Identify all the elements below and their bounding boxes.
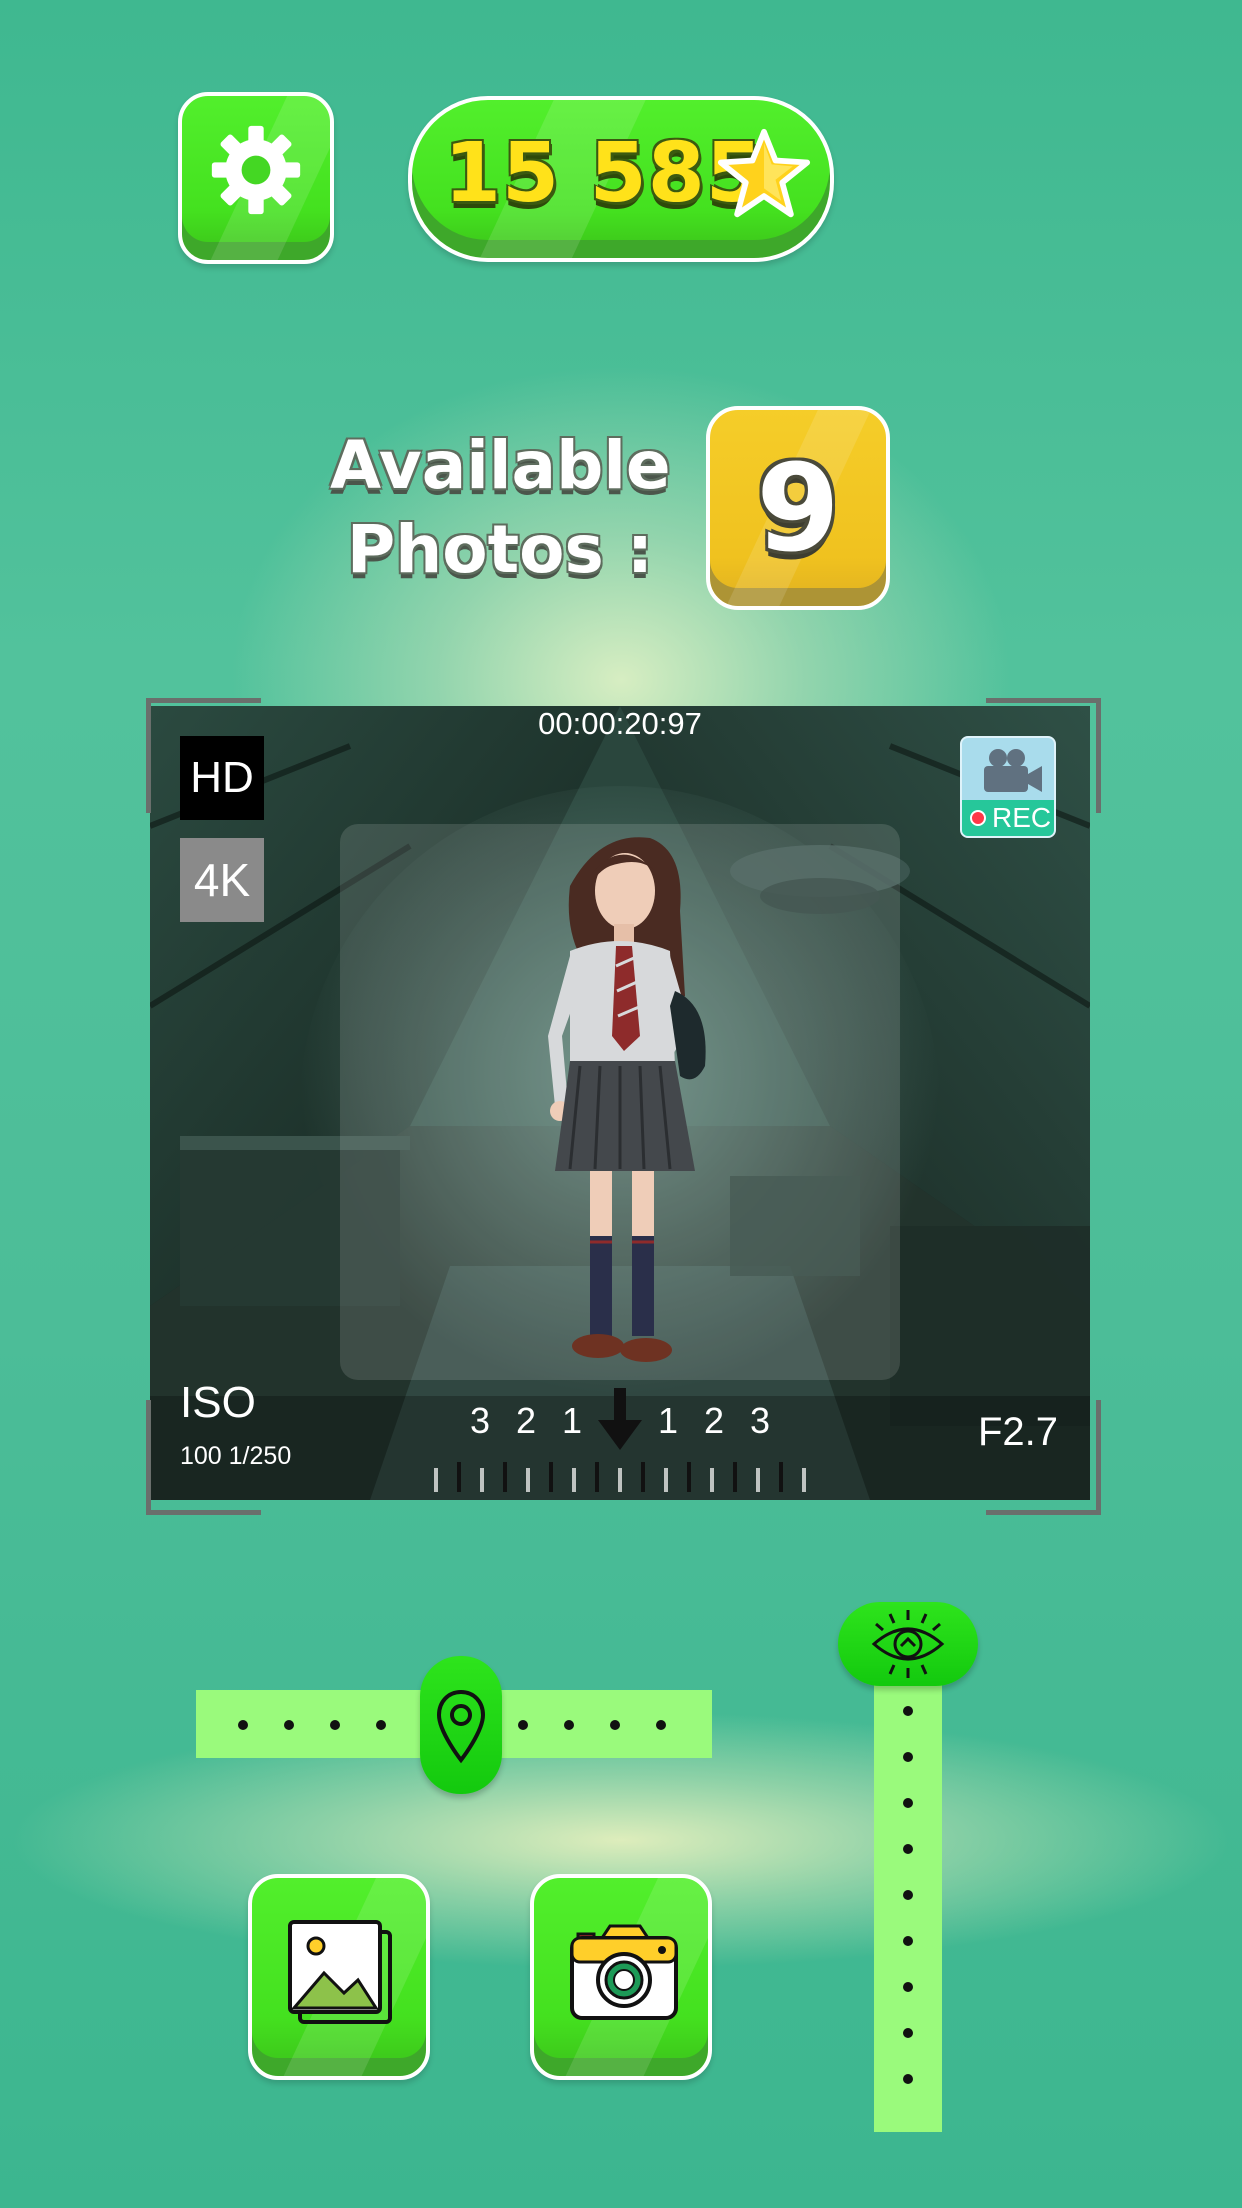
available-label-line2: Photos : — [346, 511, 654, 588]
photo-count-box: 9 — [706, 406, 890, 610]
viewfinder-corner-bl — [146, 1400, 261, 1515]
arrow-down-icon[interactable] — [596, 1388, 644, 1452]
available-label-line1: Available — [330, 427, 671, 504]
gear-icon — [211, 125, 301, 215]
exposure-scale-plus-2: 2 — [704, 1400, 725, 1441]
vertical-slider-dots — [874, 1680, 942, 2132]
rec-dot — [970, 810, 986, 826]
star-icon — [717, 128, 811, 218]
exposure-scale-plus-3: 3 — [750, 1400, 771, 1441]
scene-background — [150, 706, 1090, 1500]
exposure-scale-minus-2: 2 — [516, 1400, 537, 1441]
horizontal-slider-handle[interactable] — [420, 1656, 502, 1794]
settings-button[interactable] — [178, 92, 334, 264]
location-pin-icon — [436, 1689, 486, 1764]
viewfinder-corner-tl — [146, 698, 261, 813]
photo-count: 9 — [756, 440, 840, 579]
recording-timer: 00:00:20:97 — [538, 706, 702, 741]
exposure-scale-plus-1: 1 — [658, 1400, 679, 1441]
viewfinder-corner-tr — [986, 698, 1101, 813]
gallery-button[interactable] — [248, 1874, 430, 2080]
exposure-scale-minus-3: 3 — [470, 1400, 491, 1441]
gallery-icon — [288, 1920, 392, 2024]
eye-icon — [871, 1610, 945, 1678]
vertical-slider-handle[interactable] — [838, 1602, 978, 1686]
available-photos-label: Available Photos : — [330, 424, 671, 592]
viewfinder-corner-br — [986, 1400, 1101, 1515]
camera-button[interactable] — [530, 1874, 712, 2080]
camera-viewfinder[interactable]: 00:00:20:97 HD 4K REC ISO 100 1/250 F2.7… — [150, 706, 1090, 1500]
quality-4k-button[interactable]: 4K — [180, 838, 264, 922]
camera-icon — [570, 1924, 678, 2020]
score-counter: 15 585 — [408, 96, 834, 262]
exposure-ticks — [430, 1462, 810, 1498]
exposure-scale-minus-1: 1 — [562, 1400, 583, 1441]
